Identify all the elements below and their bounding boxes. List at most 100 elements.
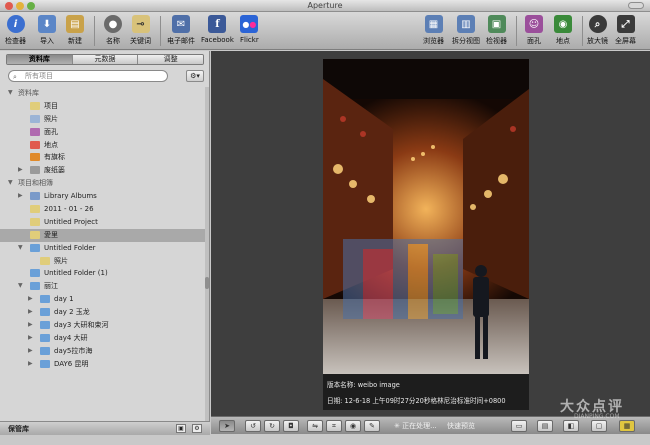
eye-icon: ◉ [349, 422, 357, 430]
sidebar-item[interactable]: 面孔 [0, 126, 205, 139]
select-tool-button[interactable]: ➤ [219, 420, 235, 432]
sidebar-item[interactable]: 愛里 [0, 228, 205, 242]
meta-date: 日期: 12-6-18 上午09时27分20秒格林尼治标准时间+0800 [327, 397, 506, 405]
rotate-right-button[interactable]: ↻ [264, 420, 280, 432]
sidebar-tabs: 资料库 元数据 调整 [6, 54, 204, 65]
sidebar-item[interactable]: ▶ day3 大研和束河 [0, 319, 205, 332]
sidebar-item-label: Untitled Project [44, 217, 98, 226]
search-input[interactable]: ⌕ 所有项目 [8, 70, 168, 82]
section-header[interactable]: ▼ 资料库 [0, 87, 205, 100]
disclosure-open-icon[interactable]: ▼ [8, 87, 13, 100]
item-icon [40, 308, 50, 317]
sidebar-item[interactable]: 有旗标 [0, 151, 205, 164]
sidebar-item[interactable]: ▼ 丽江 [0, 280, 205, 293]
viewer-button[interactable]: ▣ 检视器 [486, 15, 507, 46]
toolbar-toggle-button[interactable] [628, 2, 644, 9]
straighten-button[interactable]: ⇋ [307, 420, 323, 432]
person-name-icon: ● [104, 15, 122, 33]
sidebar-item[interactable]: Untitled Folder (1) [0, 267, 205, 280]
fullscreen-button[interactable]: ⤢ 全屏幕 [615, 15, 636, 46]
keywords-button[interactable]: ⊸ 关键词 [130, 15, 151, 46]
disclosure-closed-icon[interactable]: ▶ [28, 358, 33, 371]
main-photo[interactable] [323, 59, 529, 374]
section-header[interactable]: ▼ 项目和相簿 [0, 177, 205, 190]
sidebar-item[interactable]: ▶ DAY6 昆明 [0, 358, 205, 371]
loupe-button[interactable]: ⌕ 放大镜 [587, 15, 608, 46]
view-options-button[interactable]: ▤ [537, 420, 553, 432]
disclosure-closed-icon[interactable]: ▶ [28, 319, 33, 332]
filmstrip-icon: ▤ [541, 422, 549, 430]
sidebar-scrollbar[interactable] [205, 87, 209, 427]
scrollbar-thumb[interactable] [205, 277, 209, 289]
browser-button[interactable]: ▦ 浏览器 [423, 15, 444, 46]
sidebar-item[interactable]: Untitled Project [0, 216, 205, 229]
sidebar-item[interactable]: 照片 [0, 113, 205, 126]
sidebar-item-label: 面孔 [44, 127, 58, 136]
disclosure-closed-icon[interactable]: ▶ [28, 332, 33, 345]
email-button[interactable]: ✉ 电子邮件 [167, 15, 195, 46]
crop-button[interactable]: ⌗ [326, 420, 342, 432]
browser-view-icon: ▢ [595, 422, 603, 430]
disclosure-open-icon[interactable]: ▼ [18, 242, 23, 255]
sidebar-item[interactable]: ▼ Untitled Folder [0, 242, 205, 255]
item-icon [30, 166, 40, 175]
disclosure-open-icon[interactable]: ▼ [8, 177, 13, 190]
import-arrow-icon: ⬇ [38, 15, 56, 33]
sidebar-item[interactable]: ▶ 废纸篓 [0, 164, 205, 177]
disclosure-closed-icon[interactable]: ▶ [28, 345, 33, 358]
tab-metadata[interactable]: 元数据 [72, 55, 139, 64]
sidebar-item-label: 废纸篓 [44, 166, 65, 175]
item-icon [30, 269, 40, 278]
brush-button[interactable]: ✎ [364, 420, 380, 432]
split-view-button[interactable]: ▥ 拆分视图 [452, 15, 480, 46]
item-icon [30, 217, 40, 226]
sidebar-item[interactable]: ▶ day 2 玉龙 [0, 306, 205, 319]
flickr-button[interactable]: ● ● Flickr [240, 15, 259, 44]
email-icon: ✉ [172, 15, 190, 33]
tab-library[interactable]: 资料库 [7, 55, 73, 64]
item-icon [30, 230, 40, 239]
gear-menu-button[interactable]: ⚙▾ [186, 70, 204, 82]
red-eye-button[interactable]: ◉ [345, 420, 361, 432]
facebook-button[interactable]: f Facebook [201, 15, 234, 44]
inspector-button[interactable]: i 检查器 [5, 15, 26, 46]
disclosure-open-icon[interactable]: ▼ [18, 280, 23, 293]
sidebar-item-label: 照片 [44, 114, 58, 123]
rotate-left-icon: ↺ [250, 422, 256, 430]
highlight-button[interactable]: ▦ [619, 420, 635, 432]
sidebar-item[interactable]: ▶ Library Albums [0, 190, 205, 203]
sidebar-item[interactable]: 2011 - 01 - 26 [0, 203, 205, 216]
loupe-icon: ⌕ [588, 15, 607, 33]
disclosure-closed-icon[interactable]: ▶ [18, 190, 23, 203]
gear-icon: ⚙ [194, 425, 200, 432]
name-button[interactable]: ● 名称 [104, 15, 122, 46]
sidebar-item[interactable]: 地点 [0, 139, 205, 152]
sidebar-item[interactable]: 照片 [0, 255, 205, 268]
sidebar-item[interactable]: 项目 [0, 100, 205, 113]
brush-icon: ✎ [369, 422, 375, 430]
view-mode-button[interactable]: ▭ [511, 420, 527, 432]
browser-view-button[interactable]: ▢ [591, 420, 607, 432]
new-button[interactable]: ▤ 新建 [66, 15, 84, 46]
import-button[interactable]: ⬇ 导入 [38, 15, 56, 46]
vault-gear-button[interactable]: ⚙ [192, 424, 202, 433]
sidebar-item-label: day 2 玉龙 [54, 308, 90, 317]
faces-button[interactable]: ☺ 面孔 [525, 15, 543, 46]
disclosure-closed-icon[interactable]: ▶ [18, 164, 23, 177]
disclosure-closed-icon[interactable]: ▶ [28, 293, 33, 306]
item-icon [30, 243, 40, 252]
sidebar-item[interactable]: ▶ day4 大研 [0, 332, 205, 345]
places-button[interactable]: ◉ 地点 [554, 15, 572, 46]
disclosure-closed-icon[interactable]: ▶ [28, 306, 33, 319]
tab-adjustments[interactable]: 调整 [138, 55, 203, 64]
rotate-left-button[interactable]: ↺ [245, 420, 261, 432]
sidebar-item[interactable]: ▶ day 1 [0, 293, 205, 306]
stamp-button[interactable]: ◘ [283, 420, 299, 432]
viewer-area: 版本名称: weibo image 日期: 12-6-18 上午09时27分20… [211, 51, 650, 416]
straighten-icon: ⇋ [312, 422, 318, 430]
compare-button[interactable]: ◧ [563, 420, 579, 432]
vault-add-button[interactable]: ▣ [176, 424, 186, 433]
sidebar-item[interactable]: ▶ day5拉市海 [0, 345, 205, 358]
item-icon [30, 140, 40, 149]
item-icon [30, 282, 40, 291]
